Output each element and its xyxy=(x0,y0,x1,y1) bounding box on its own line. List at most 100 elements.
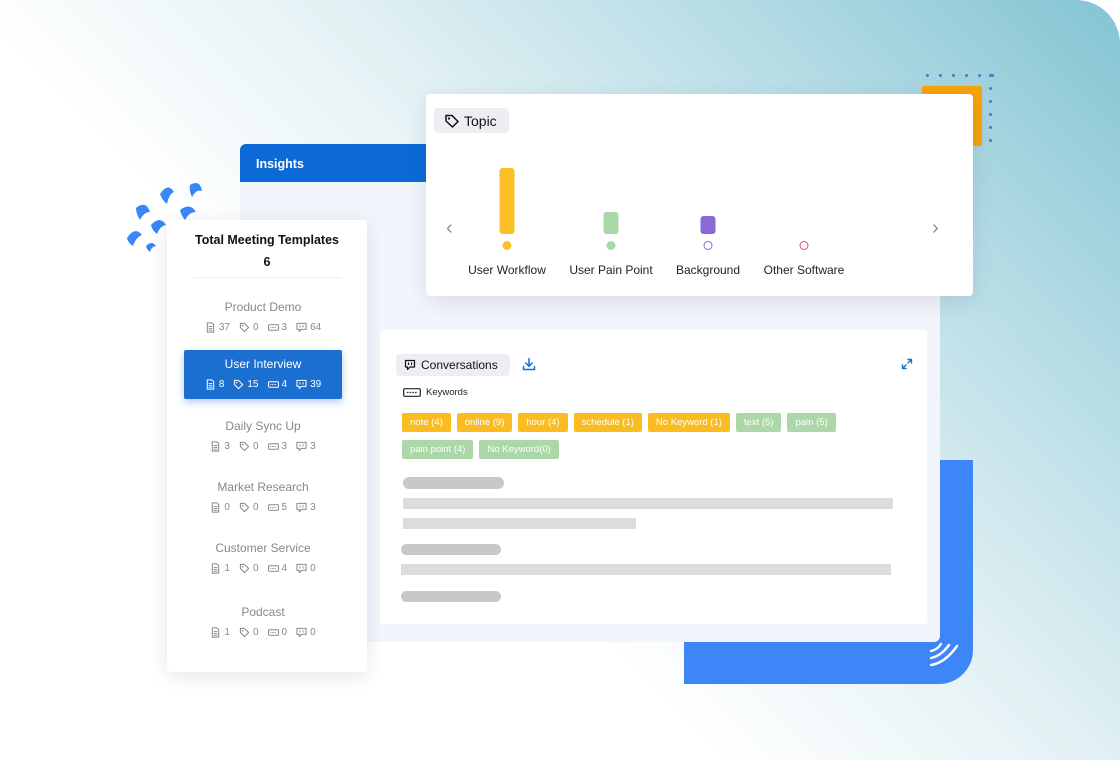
template-stat-keyword-count: 0 xyxy=(267,627,288,638)
topic-label: Background xyxy=(675,263,741,277)
topic-title: Topic xyxy=(464,112,497,129)
keyboard-icon xyxy=(267,443,279,450)
tag-icon xyxy=(239,563,250,574)
tag-icon xyxy=(239,322,250,333)
topic-dot xyxy=(606,241,616,250)
topic-label: User Pain Point xyxy=(569,263,653,277)
keyword-tag[interactable]: hour (4) xyxy=(518,413,568,432)
keyboard-icon xyxy=(267,381,279,388)
template-name: Customer Service xyxy=(215,541,311,555)
template-name: Daily Sync Up xyxy=(225,419,301,433)
skeleton-line xyxy=(401,544,501,555)
tag-count: 0 xyxy=(252,441,259,452)
skeleton-line xyxy=(403,518,636,529)
tag-count: 0 xyxy=(252,502,259,513)
expand-icon[interactable] xyxy=(901,358,913,370)
keyword-tag[interactable]: No Keyword(0) xyxy=(479,440,559,459)
template-stat-conversation-count: 3 xyxy=(296,441,316,452)
template-stat-doc-count: 8 xyxy=(205,379,224,390)
template-stat-keyword-count: 3 xyxy=(267,322,287,333)
template-item[interactable]: Podcast 1 0 0 0 xyxy=(184,598,342,647)
template-item[interactable]: User Interview 8 15 4 39 xyxy=(184,350,342,399)
conversation-count: 3 xyxy=(310,502,316,513)
tag-count: 0 xyxy=(252,627,259,638)
template-stat-tag-count: 15 xyxy=(233,379,259,390)
keywords-text: Keywords xyxy=(426,387,468,398)
template-stat-keyword-count: 5 xyxy=(267,502,288,513)
templates-title: Total Meeting Templates xyxy=(194,233,339,247)
skeleton-line xyxy=(401,591,501,602)
skeleton-line xyxy=(403,498,893,509)
keyword-tags: note (4) online (9) hour (4) schedule (1) No… xyxy=(402,413,902,459)
topic-dot xyxy=(502,241,512,250)
template-stat-conversation-count: 39 xyxy=(296,379,321,390)
keyword-count: 4 xyxy=(281,379,288,390)
keyword-tag[interactable]: No Keyword (1) xyxy=(647,413,730,432)
conversations-card: Conversations Keywords note (4) online (9… xyxy=(380,330,927,624)
template-stat-conversation-count: 0 xyxy=(296,563,316,574)
template-name: Product Demo xyxy=(224,300,302,314)
topic-bar xyxy=(603,212,619,234)
topic-item[interactable]: Other Software xyxy=(749,154,859,284)
template-stat-doc-count: 1 xyxy=(210,627,230,638)
topic-item[interactable]: User Workflow xyxy=(452,154,562,284)
tag-count: 0 xyxy=(252,322,259,333)
tag-icon xyxy=(239,502,250,513)
meeting-templates-card: Total Meeting Templates 6 Product Demo 37… xyxy=(167,220,367,672)
conversation-icon xyxy=(296,322,307,333)
conversations-chip: Conversations xyxy=(396,354,510,376)
chevron-right-icon[interactable]: › xyxy=(932,218,939,238)
keyboard-icon xyxy=(403,388,421,397)
template-item[interactable]: Product Demo 37 0 3 64 xyxy=(184,293,342,342)
skeleton-line xyxy=(401,564,891,575)
keyword-tag[interactable]: text (5) xyxy=(735,413,782,432)
conversation-count: 39 xyxy=(310,379,322,390)
template-name: Market Research xyxy=(217,480,309,494)
tag-icon xyxy=(239,627,250,638)
topic-dot xyxy=(703,241,713,250)
keyword-tag[interactable]: online (9) xyxy=(456,413,513,432)
topic-item[interactable]: User Pain Point xyxy=(556,154,666,284)
template-stats: 3 0 3 3 xyxy=(184,441,342,452)
template-item[interactable]: Customer Service 1 0 4 0 xyxy=(184,534,342,583)
template-stat-keyword-count: 4 xyxy=(267,563,287,574)
conversation-icon xyxy=(296,563,307,574)
keyword-count: 5 xyxy=(281,502,288,513)
template-stat-tag-count: 0 xyxy=(239,563,259,574)
conversation-icon xyxy=(296,379,307,390)
document-icon xyxy=(212,563,220,574)
keyword-tag[interactable]: pain (5) xyxy=(787,413,836,432)
conversation-icon xyxy=(296,441,307,452)
tag-icon xyxy=(239,441,250,452)
keyword-tag[interactable]: pain point (4) xyxy=(402,440,474,459)
doc-count: 0 xyxy=(224,502,230,513)
topic-dot xyxy=(799,241,809,250)
keyword-count: 0 xyxy=(281,627,288,638)
keyboard-icon xyxy=(267,565,279,572)
template-stat-tag-count: 0 xyxy=(239,627,259,638)
conversation-icon xyxy=(296,627,307,638)
doc-count: 1 xyxy=(224,563,230,574)
template-stat-tag-count: 0 xyxy=(239,502,259,513)
template-item[interactable]: Market Research 0 0 5 3 xyxy=(184,473,342,522)
template-stat-keyword-count: 4 xyxy=(267,379,288,390)
template-stat-tag-count: 0 xyxy=(239,441,259,452)
keyword-tag[interactable]: schedule (1) xyxy=(573,413,642,432)
template-stat-doc-count: 37 xyxy=(205,322,230,333)
template-stats: 0 0 5 3 xyxy=(184,502,342,513)
template-stat-conversation-count: 64 xyxy=(296,322,321,333)
topic-bar xyxy=(700,216,716,234)
document-icon xyxy=(206,379,215,390)
keyword-tag[interactable]: note (4) xyxy=(402,413,451,432)
template-item[interactable]: Daily Sync Up 3 0 3 3 xyxy=(184,412,342,461)
conversation-icon xyxy=(296,502,307,513)
skeleton-line xyxy=(403,477,504,489)
download-icon[interactable] xyxy=(522,357,536,371)
conversations-title: Conversations xyxy=(421,358,498,372)
topic-label: Other Software xyxy=(763,263,845,277)
template-stats: 1 0 4 0 xyxy=(184,563,342,574)
topic-item[interactable]: Background xyxy=(653,154,763,284)
document-icon xyxy=(212,502,220,513)
template-stats: 8 15 4 39 xyxy=(184,379,342,390)
keyboard-icon xyxy=(267,324,279,331)
